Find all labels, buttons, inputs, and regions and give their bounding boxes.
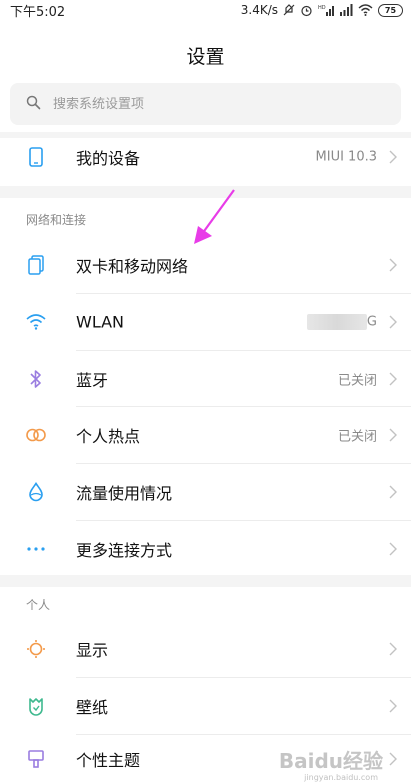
phone-icon xyxy=(25,146,47,168)
theme-icon xyxy=(25,748,47,770)
watermark-logo: Baidu经验 xyxy=(278,749,383,773)
item-label: WLAN xyxy=(76,312,125,332)
wallpaper-icon xyxy=(25,695,47,717)
alarm-icon xyxy=(300,4,313,17)
list-item-display[interactable]: 显示 xyxy=(0,621,411,677)
section-header-personal: 个人 xyxy=(26,598,51,612)
list-item-wallpaper[interactable]: 壁纸 xyxy=(0,678,411,734)
chevron-right-icon xyxy=(389,315,397,329)
device-version: MIUI 10.3 xyxy=(315,149,377,165)
search-input[interactable] xyxy=(53,96,373,112)
list-item-data-usage[interactable]: 流量使用情况 xyxy=(0,464,411,520)
mute-icon xyxy=(283,4,295,16)
chevron-right-icon xyxy=(389,428,397,442)
battery-icon: 75 xyxy=(378,3,403,17)
search-bar[interactable] xyxy=(10,83,401,125)
chevron-right-icon xyxy=(389,542,397,556)
section-divider xyxy=(0,575,411,587)
chevron-right-icon xyxy=(389,258,397,272)
item-label: 个性主题 xyxy=(76,750,141,770)
display-icon xyxy=(25,638,47,660)
item-label: 更多连接方式 xyxy=(76,541,173,560)
bluetooth-status: 已关闭 xyxy=(337,373,377,389)
hd-signal-icon: HD xyxy=(318,4,334,16)
wlan-ssid: G xyxy=(306,314,377,330)
item-label: 双卡和移动网络 xyxy=(76,257,189,276)
chevron-right-icon xyxy=(389,150,397,164)
hotspot-status: 已关闭 xyxy=(337,429,377,445)
watermark-site: jingyan.baidu.com xyxy=(304,773,378,782)
item-label: 壁纸 xyxy=(76,698,109,717)
section-header-network: 网络和连接 xyxy=(26,213,87,227)
svg-text:HD: HD xyxy=(318,5,326,11)
item-label: 显示 xyxy=(76,641,109,660)
sim-card-icon xyxy=(25,254,47,276)
list-item-wlan[interactable]: WLAN G xyxy=(0,294,411,350)
signal-icon xyxy=(339,4,353,16)
blurred-ssid xyxy=(306,314,367,330)
list-item-bluetooth[interactable]: 蓝牙 已关闭 xyxy=(0,351,411,407)
page-title: 设置 xyxy=(186,46,225,68)
list-item-more-connections[interactable]: 更多连接方式 xyxy=(0,521,411,577)
more-connections-icon xyxy=(25,538,47,560)
item-label: 蓝牙 xyxy=(76,371,109,390)
item-label: 流量使用情况 xyxy=(76,484,173,503)
chevron-right-icon xyxy=(389,485,397,499)
status-icons: 3.4K/s HD 75 xyxy=(241,3,403,17)
bluetooth-icon xyxy=(25,368,47,390)
status-time: 下午5:02 xyxy=(10,4,66,20)
list-item-hotspot[interactable]: 个人热点 已关闭 xyxy=(0,407,411,463)
hotspot-icon xyxy=(25,424,47,446)
item-label: 个人热点 xyxy=(76,427,141,446)
network-speed: 3.4K/s xyxy=(240,3,278,17)
chevron-right-icon xyxy=(389,752,397,765)
search-icon xyxy=(26,95,41,114)
chevron-right-icon xyxy=(389,642,397,656)
data-usage-icon xyxy=(25,481,47,503)
chevron-right-icon xyxy=(389,699,397,713)
wifi-icon xyxy=(25,311,47,333)
wifi-status-icon xyxy=(358,4,373,16)
device-row[interactable]: 我的设备 MIUI 10.3 xyxy=(0,130,411,184)
chevron-right-icon xyxy=(389,372,397,386)
annotation-arrow-icon xyxy=(194,189,235,244)
status-bar: 下午5:02 3.4K/s HD 75 xyxy=(0,0,411,20)
device-label: 我的设备 xyxy=(76,149,141,168)
